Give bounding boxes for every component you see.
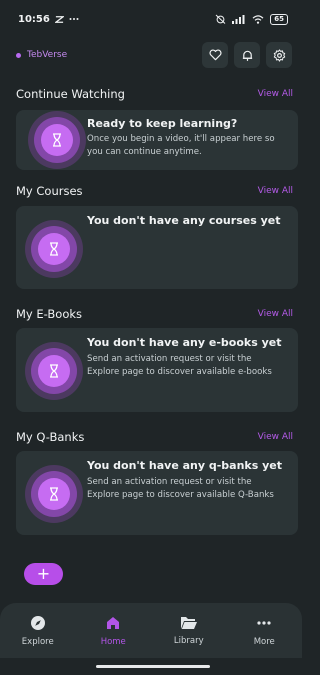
bottom-nav: Explore Home Library More <box>0 603 302 658</box>
battery-icon: 65 <box>270 13 288 25</box>
gear-icon <box>273 48 285 62</box>
home-indicator <box>96 665 210 668</box>
folder-icon <box>180 617 197 629</box>
settings-button[interactable] <box>266 42 292 68</box>
status-right: 65 <box>215 13 288 25</box>
my-courses-card: You don't have any courses yet <box>16 206 298 289</box>
heart-icon <box>208 49 222 61</box>
add-button[interactable]: + <box>24 563 63 585</box>
courses-card-title: You don't have any courses yet <box>87 214 281 227</box>
hourglass-icon <box>53 133 61 147</box>
qbanks-view-all-link[interactable]: View All <box>258 432 293 442</box>
ebooks-card-description: Send an activation request or visit the … <box>87 354 272 377</box>
clock: 10:56 <box>18 13 50 25</box>
nav-item-explore[interactable]: Explore <box>8 615 68 647</box>
wifi-icon <box>252 14 264 24</box>
home-icon <box>107 617 120 629</box>
nav-label-more: More <box>253 637 275 647</box>
nav-label-library: Library <box>173 636 204 646</box>
courses-view-all-link[interactable]: View All <box>258 186 293 196</box>
signal-icon <box>232 14 245 24</box>
hourglass-badge <box>28 111 86 169</box>
notification-icon <box>54 15 64 23</box>
ebooks-card-title: You don't have any e-books yet <box>87 336 282 349</box>
my-ebooks-title: My E-Books <box>16 307 83 321</box>
brand-name: TebVerse <box>27 50 68 60</box>
brand: TebVerse <box>16 50 67 60</box>
my-qbanks-card: You don't have any q-banks yet Send an a… <box>16 451 298 535</box>
hourglass-icon <box>50 487 58 501</box>
my-courses-title: My Courses <box>16 184 83 198</box>
hourglass-badge <box>25 342 83 400</box>
hourglass-badge <box>25 465 83 523</box>
nav-label-explore: Explore <box>21 637 54 647</box>
compass-icon <box>30 616 45 630</box>
app-header: TebVerse <box>0 38 302 72</box>
continue-watching-card: Ready to keep learning? Once you begin a… <box>16 110 298 170</box>
my-ebooks-card: You don't have any e-books yet Send an a… <box>16 328 298 412</box>
nav-label-home: Home <box>100 637 126 647</box>
logo-icon <box>16 52 21 58</box>
favorites-button[interactable] <box>202 42 228 68</box>
header-actions <box>202 42 292 68</box>
qbanks-card-title: You don't have any q-banks yet <box>87 459 283 472</box>
qbanks-card-description: Send an activation request or visit the … <box>87 477 274 500</box>
hourglass-badge <box>25 220 83 278</box>
nav-item-more[interactable]: More <box>234 615 294 647</box>
continue-watching-title: Continue Watching <box>16 87 125 101</box>
continue-view-all-link[interactable]: View All <box>258 89 293 99</box>
ebooks-view-all-link[interactable]: View All <box>258 309 293 319</box>
continue-card-title: Ready to keep learning? <box>87 117 238 130</box>
notifications-button[interactable] <box>234 42 260 68</box>
nav-item-home[interactable]: Home <box>83 615 143 647</box>
more-status-icon <box>69 18 79 20</box>
continue-card-description: Once you begin a video, it'll appear her… <box>87 134 275 157</box>
status-bar: 10:56 65 <box>0 0 302 38</box>
status-left: 10:56 <box>18 14 79 25</box>
hourglass-icon <box>50 364 58 378</box>
my-qbanks-title: My Q-Banks <box>16 430 85 444</box>
bell-icon <box>242 50 252 61</box>
alarm-off-icon <box>215 14 226 24</box>
nav-item-library[interactable]: Library <box>159 615 219 646</box>
more-icon <box>257 621 271 625</box>
hourglass-icon <box>50 242 58 256</box>
